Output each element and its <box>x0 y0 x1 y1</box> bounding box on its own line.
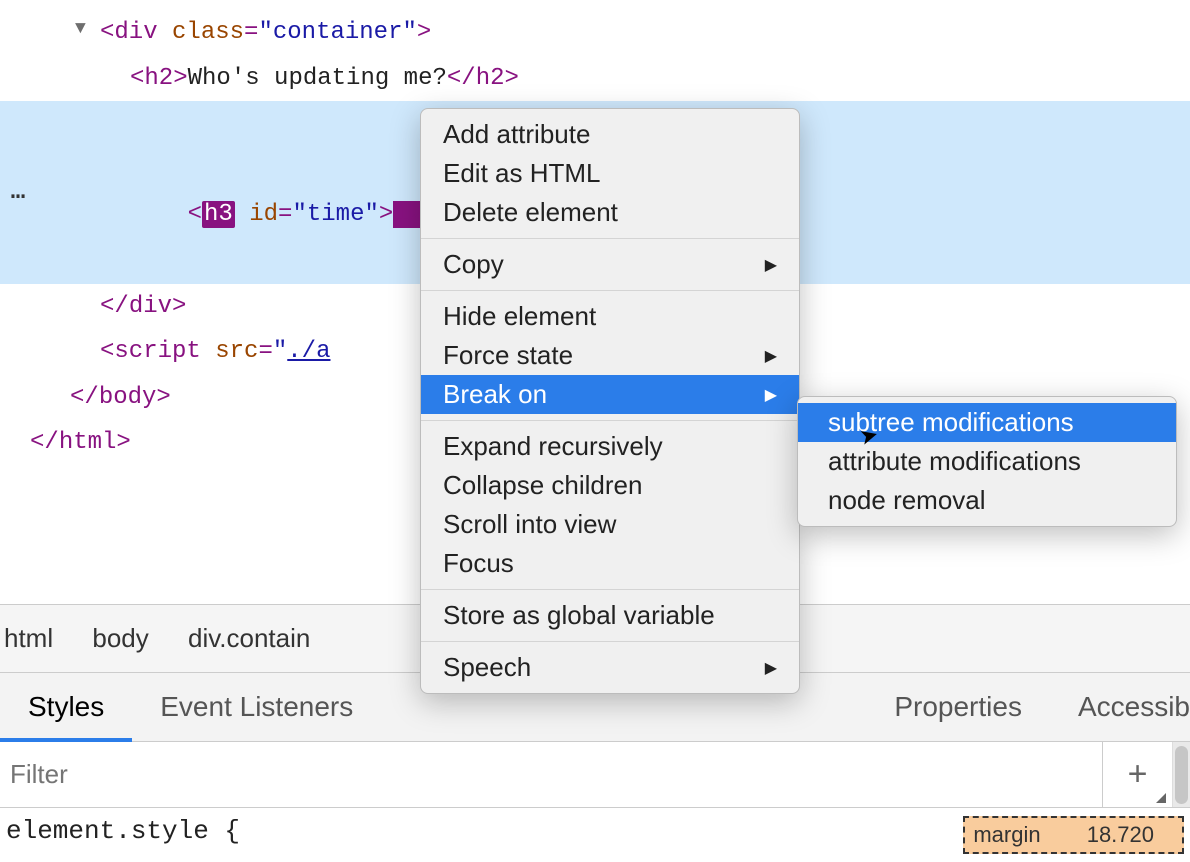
menu-add-attribute[interactable]: Add attribute <box>421 115 799 154</box>
gutter-ellipsis-icon[interactable]: … <box>0 101 38 283</box>
element-style-rule[interactable]: element.style { <box>6 816 240 846</box>
box-model-margin-right: 18.720 <box>1087 822 1154 847</box>
chevron-right-icon: ▶ <box>765 385 777 405</box>
breadcrumb-body[interactable]: body <box>92 623 148 653</box>
menu-delete-element[interactable]: Delete element <box>421 193 799 232</box>
break-on-submenu: subtree modifications attribute modifica… <box>797 396 1177 527</box>
box-model-margin-label: margin <box>973 822 1040 847</box>
tab-properties[interactable]: Properties <box>866 673 1050 741</box>
dom-node-div-container[interactable]: <div class="container"> <box>0 10 1190 56</box>
menu-separator <box>421 238 799 239</box>
submenu-attribute-modifications[interactable]: attribute modifications <box>798 442 1176 481</box>
breadcrumb-div-container[interactable]: div.contain <box>188 623 310 653</box>
menu-expand-recursively[interactable]: Expand recursively <box>421 427 799 466</box>
scrollbar[interactable] <box>1172 742 1190 807</box>
chevron-right-icon: ▶ <box>765 255 777 275</box>
dropdown-triangle-icon <box>1156 793 1166 803</box>
menu-separator <box>421 589 799 590</box>
menu-speech[interactable]: Speech▶ <box>421 648 799 687</box>
chevron-right-icon: ▶ <box>765 658 777 678</box>
menu-edit-as-html[interactable]: Edit as HTML <box>421 154 799 193</box>
dom-node-h2[interactable]: <h2>Who's updating me?</h2> <box>0 56 1190 102</box>
breadcrumb-html[interactable]: html <box>4 623 53 653</box>
menu-separator <box>421 290 799 291</box>
menu-scroll-into-view[interactable]: Scroll into view <box>421 505 799 544</box>
submenu-subtree-modifications[interactable]: subtree modifications <box>798 403 1176 442</box>
new-style-rule-button[interactable]: + <box>1102 742 1172 807</box>
menu-force-state[interactable]: Force state▶ <box>421 336 799 375</box>
chevron-right-icon: ▶ <box>765 346 777 366</box>
chevron-down-icon[interactable]: ▼ <box>75 12 86 46</box>
menu-hide-element[interactable]: Hide element <box>421 297 799 336</box>
styles-body: element.style { margin 18.720 <box>0 808 1190 862</box>
plus-icon: + <box>1128 755 1148 794</box>
menu-copy[interactable]: Copy▶ <box>421 245 799 284</box>
box-model[interactable]: margin 18.720 <box>963 816 1184 854</box>
menu-break-on[interactable]: Break on▶ <box>421 375 799 414</box>
submenu-node-removal[interactable]: node removal <box>798 481 1176 520</box>
menu-store-global[interactable]: Store as global variable <box>421 596 799 635</box>
menu-separator <box>421 641 799 642</box>
filter-input[interactable] <box>0 742 1102 807</box>
context-menu: Add attribute Edit as HTML Delete elemen… <box>420 108 800 694</box>
styles-toolbar: + <box>0 742 1190 808</box>
menu-focus[interactable]: Focus <box>421 544 799 583</box>
tab-styles[interactable]: Styles <box>0 673 132 741</box>
tab-accessibility[interactable]: Accessib <box>1050 673 1190 741</box>
menu-separator <box>421 420 799 421</box>
menu-collapse-children[interactable]: Collapse children <box>421 466 799 505</box>
tab-event-listeners[interactable]: Event Listeners <box>132 673 381 741</box>
